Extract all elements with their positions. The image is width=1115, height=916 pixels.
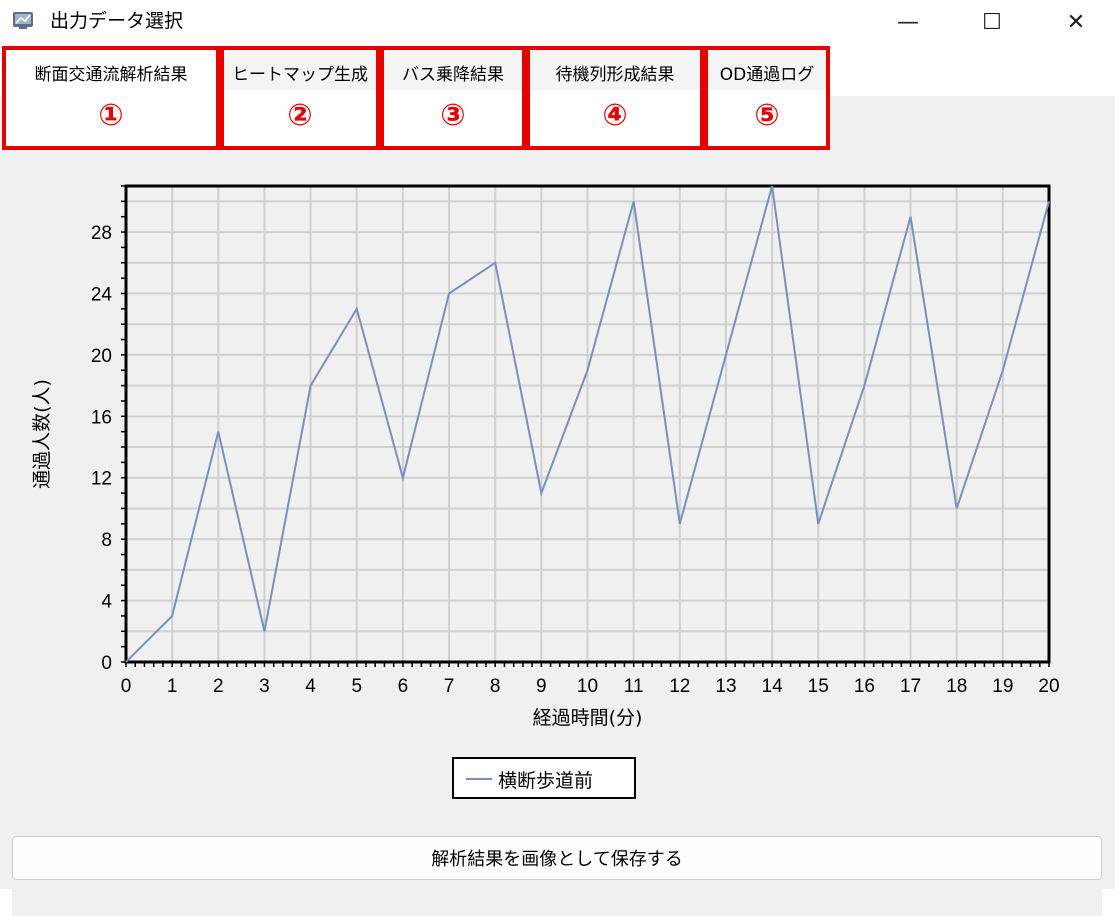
- y-tick-label: 4: [101, 592, 112, 613]
- x-tick-label: 9: [536, 676, 547, 697]
- y-tick-label: 16: [91, 407, 112, 428]
- legend-series-name: 横断歩道前: [498, 766, 593, 793]
- chart-grid: [126, 186, 1049, 662]
- x-tick-label: 17: [900, 676, 921, 697]
- x-tick-label: 14: [762, 676, 784, 697]
- x-tick-label: 1: [167, 676, 178, 697]
- x-tick-label: 0: [121, 676, 132, 697]
- x-tick-label: 13: [715, 676, 736, 697]
- x-axis-title: 経過時間(分): [533, 707, 643, 729]
- y-tick-label: 12: [91, 469, 112, 490]
- save-image-button[interactable]: 解析結果を画像として保存する: [12, 836, 1102, 880]
- x-tick-label: 12: [669, 676, 690, 697]
- x-tick-label: 6: [398, 676, 409, 697]
- y-tick-label: 8: [101, 530, 112, 551]
- x-tick-label: 3: [259, 676, 270, 697]
- y-tick-label: 28: [91, 223, 112, 244]
- x-tick-label: 10: [577, 676, 598, 697]
- chart-legend: 横断歩道前: [452, 757, 636, 799]
- x-tick-label: 2: [213, 676, 224, 697]
- y-axis-title: 通過人数(人): [31, 379, 53, 489]
- save-button-label: 解析結果を画像として保存する: [431, 845, 682, 871]
- legend-swatch: [466, 778, 492, 780]
- y-tick-labels: 0 4 8 12 16 20 24 28: [91, 223, 113, 674]
- line-chart: 01234567891011121314151617181920 0481216…: [0, 0, 1115, 889]
- x-tick-label: 16: [854, 676, 875, 697]
- x-tick-labels: 01234567891011121314151617181920: [121, 676, 1060, 697]
- x-tick-label: 15: [808, 676, 829, 697]
- x-tick-label: 8: [490, 676, 501, 697]
- y-tick-label: 0: [101, 653, 112, 674]
- y-tick-label: 24: [91, 284, 113, 305]
- y-tick-label: 20: [91, 346, 112, 367]
- x-tick-label: 5: [351, 676, 362, 697]
- x-tick-label: 7: [444, 676, 455, 697]
- x-tick-label: 20: [1038, 676, 1059, 697]
- x-tick-label: 19: [992, 676, 1013, 697]
- x-tick-label: 4: [305, 676, 316, 697]
- x-tick-label: 18: [946, 676, 967, 697]
- x-tick-label: 11: [624, 676, 644, 697]
